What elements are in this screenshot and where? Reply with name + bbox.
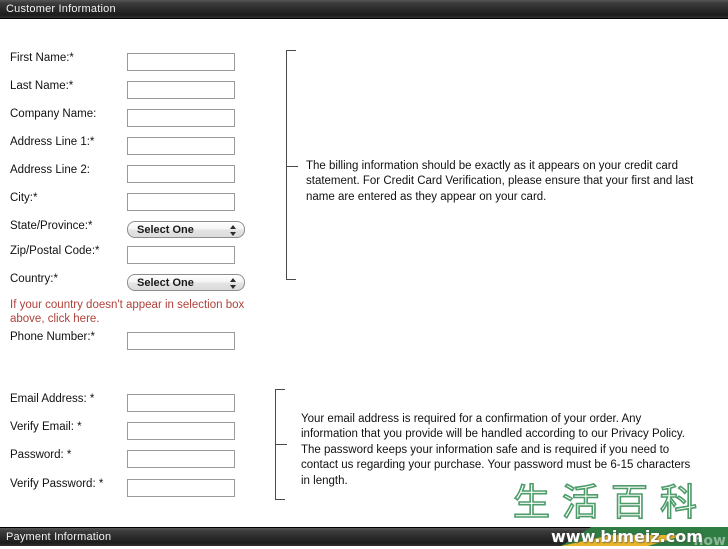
customer-information-header: Customer Information [0, 0, 728, 19]
input-city[interactable] [127, 193, 235, 211]
chevron-updown-icon [229, 223, 238, 238]
chevron-updown-icon [229, 276, 238, 291]
input-first-name[interactable] [127, 53, 235, 71]
label-password: Password: * [10, 449, 72, 461]
input-phone-number[interactable] [127, 332, 235, 350]
watermark-cjk-text: 生活百科 [512, 481, 709, 524]
account-bracket [275, 389, 287, 500]
input-address-line-1[interactable] [127, 137, 235, 155]
input-email-address[interactable] [127, 394, 235, 412]
customer-information-title: Customer Information [6, 3, 116, 15]
payment-information-title: Payment Information [6, 531, 112, 543]
input-zip-postal-code[interactable] [127, 246, 235, 264]
input-company-name[interactable] [127, 109, 235, 127]
label-last-name: Last Name:* [10, 80, 74, 92]
payment-information-header: Payment Information [0, 527, 728, 546]
label-address-line-1: Address Line 1:* [10, 136, 95, 148]
label-email-address: Email Address: * [10, 393, 95, 405]
country-note-line-1: If your country doesn't appear in select… [10, 299, 245, 325]
label-phone-number: Phone Number:* [10, 331, 96, 343]
select-state-province[interactable]: Select One [127, 221, 245, 238]
input-password[interactable] [127, 450, 235, 468]
label-verify-email: Verify Email: * [10, 421, 82, 433]
country-note-line-2: click here. [47, 313, 100, 325]
account-info-text: Your email address is required for a con… [301, 412, 691, 487]
input-last-name[interactable] [127, 81, 235, 99]
country-not-listed-link[interactable]: If your country doesn't appear in select… [10, 298, 260, 326]
label-state-province: State/Province:* [10, 220, 93, 232]
label-address-line-2: Address Line 2: [10, 164, 90, 176]
input-verify-email[interactable] [127, 422, 235, 440]
input-address-line-2[interactable] [127, 165, 235, 183]
select-country[interactable]: Select One [127, 274, 245, 291]
billing-info-text: The billing information should be exactl… [306, 159, 694, 203]
label-verify-password: Verify Password: * [10, 478, 104, 490]
select-country-value: Select One [137, 277, 194, 289]
billing-bracket [286, 50, 298, 280]
label-country: Country:* [10, 273, 58, 285]
label-city: City:* [10, 192, 38, 204]
label-first-name: First Name:* [10, 52, 74, 64]
input-verify-password[interactable] [127, 479, 235, 497]
label-zip-postal-code: Zip/Postal Code:* [10, 245, 100, 257]
select-state-province-value: Select One [137, 224, 194, 236]
label-company-name: Company Name: [10, 108, 97, 120]
